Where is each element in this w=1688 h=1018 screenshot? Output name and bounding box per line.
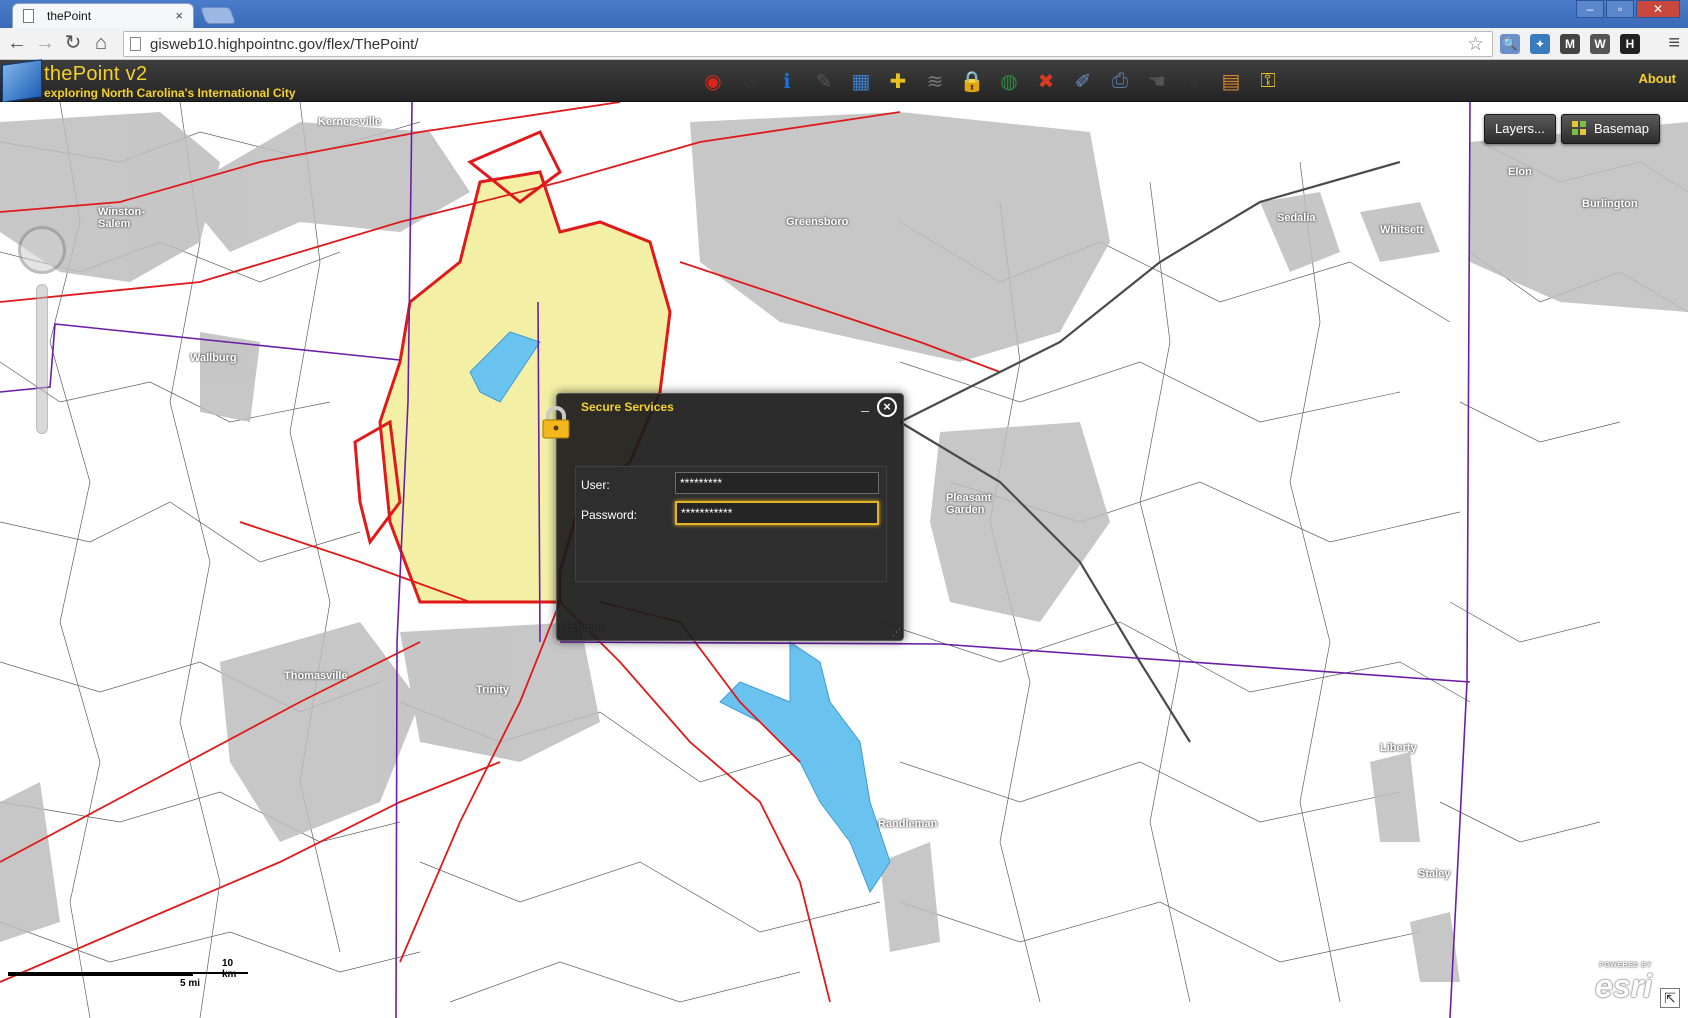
forward-button[interactable]: → [34, 33, 56, 55]
page-favicon-icon [23, 9, 34, 23]
measure-tool-icon[interactable]: ✐ [1067, 65, 1099, 97]
h-extension-icon[interactable]: H [1620, 34, 1640, 54]
reload-button[interactable]: ↻ [62, 33, 84, 55]
dialog-title: Secure Services [581, 400, 674, 414]
town-label-winston-salem: Winston-Salem [98, 206, 145, 230]
layers-button[interactable]: Layers... [1484, 114, 1556, 144]
navigate-tool-icon[interactable]: ✚ [882, 65, 914, 97]
pan-ring-icon[interactable] [18, 226, 66, 274]
town-label-staley: Staley [1418, 868, 1451, 880]
scale-label-km: 10 km [222, 958, 237, 980]
address-url[interactable]: gisweb10.highpointnc.gov/flex/ThePoint/ [150, 36, 419, 53]
info-tool-icon[interactable]: ℹ [771, 65, 803, 97]
town-label-sedalia: Sedalia [1277, 212, 1316, 224]
download-tool-icon[interactable]: ⬇ [1178, 65, 1210, 97]
bookmark-star-icon[interactable]: ☆ [1467, 33, 1484, 56]
window-controls: – ▫ ✕ [1576, 0, 1680, 18]
browser-tabstrip: thePoint × – ▫ ✕ [0, 0, 1688, 28]
town-label-greensboro: Greensboro [786, 216, 849, 228]
town-label-trinity: Trinity [476, 684, 510, 696]
window-maximize-button[interactable]: ▫ [1606, 0, 1634, 18]
globe-tool-icon[interactable]: ◍ [993, 65, 1025, 97]
app-title: thePoint v2 [44, 63, 148, 85]
clear-tool-icon[interactable]: ✖ [1030, 65, 1062, 97]
tab-close-icon[interactable]: × [175, 8, 183, 23]
pointer-tool-icon[interactable]: ☚ [1141, 65, 1173, 97]
town-label-thomasville: Thomasville [284, 670, 348, 682]
address-bar[interactable]: gisweb10.highpointnc.gov/flex/ThePoint/ … [123, 31, 1493, 57]
lock-tool-icon[interactable]: 🔒 [956, 65, 988, 97]
key-tool-icon[interactable]: ⚿ [1252, 65, 1284, 97]
puzzle-extension-icon[interactable]: ✦ [1530, 34, 1550, 54]
browser-menu-icon[interactable]: ≡ [1668, 32, 1680, 55]
padlock-icon [542, 406, 570, 439]
wot-extension-icon[interactable]: W [1590, 34, 1610, 54]
browser-toolbar: ← → ↻ ⌂ gisweb10.highpointnc.gov/flex/Th… [0, 28, 1688, 60]
map-resize-icon[interactable]: ⇱ [1660, 988, 1680, 1008]
dialog-minimize-button[interactable]: _ [861, 396, 869, 412]
page-icon [130, 37, 141, 51]
draw-tool-icon[interactable]: ✎ [808, 65, 840, 97]
town-label-whitsett: Whitsett [1380, 224, 1424, 236]
user-field[interactable] [675, 472, 879, 494]
esri-wordmark: esri [1595, 968, 1652, 1004]
search-plugin-icon[interactable]: 🔍 [1500, 34, 1520, 54]
layers-tool-icon[interactable]: ≋ [919, 65, 951, 97]
town-label-randleman: Randleman [878, 818, 938, 830]
back-button[interactable]: ← [6, 33, 28, 55]
town-label-kernersville: Kernersville [318, 116, 381, 128]
password-field[interactable] [675, 501, 879, 525]
browser-tab[interactable]: thePoint × [12, 3, 194, 28]
password-label: Password: [581, 508, 638, 522]
window-minimize-button[interactable]: – [1576, 0, 1604, 18]
scale-bar: 10 km 5 mi [8, 956, 248, 996]
town-label-wallburg: Wallburg [190, 352, 237, 364]
esri-logo: POWERED BY esri [1595, 962, 1652, 1005]
town-label-elon: Elon [1508, 166, 1532, 178]
new-tab-button[interactable] [199, 7, 237, 24]
town-label-burlington: Burlington [1582, 198, 1638, 210]
target-tool-icon[interactable]: ◉ [697, 65, 729, 97]
about-link[interactable]: About [1638, 71, 1676, 86]
map-navigation-control[interactable] [14, 220, 70, 440]
app-header: thePoint v2 exploring North Carolina's I… [0, 59, 1688, 103]
home-button[interactable]: ⌂ [90, 33, 112, 55]
basemap-button[interactable]: Basemap [1561, 114, 1660, 144]
app-toolbar: ◉ ⊕ ℹ ✎ ▦ ✚ ≋ 🔒 ◍ ✖ ✐ ⎙ ☚ ⬇ ▤ ⚿ [697, 65, 1284, 97]
lake-randleman [719, 641, 891, 894]
dialog-resize-grip-icon[interactable]: ⋰ [892, 627, 901, 638]
scale-label-mi: 5 mi [180, 978, 201, 989]
basemap-label: Basemap [1594, 121, 1649, 136]
app-logo-icon [2, 59, 42, 103]
window-close-button[interactable]: ✕ [1636, 0, 1680, 18]
table-tool-icon[interactable]: ▦ [845, 65, 877, 97]
basemap-grid-icon [1572, 121, 1586, 135]
zoom-slider[interactable] [36, 284, 48, 434]
user-label: User: [581, 478, 610, 492]
print-tool-icon[interactable]: ⎙ [1104, 65, 1136, 97]
dialog-close-button[interactable]: × [877, 397, 897, 417]
tab-title: thePoint [47, 9, 92, 23]
secure-services-dialog: Secure Services _ × User: Password: ⋰ [542, 393, 904, 641]
scale-line-mi [8, 974, 193, 976]
town-label-liberty: Liberty [1380, 742, 1417, 754]
document-tool-icon[interactable]: ▤ [1215, 65, 1247, 97]
m-extension-icon[interactable]: M [1560, 34, 1580, 54]
crosshair-tool-icon[interactable]: ⊕ [734, 65, 766, 97]
esri-powered-by: POWERED BY [1599, 962, 1652, 969]
app-subtitle: exploring North Carolina's International… [44, 86, 296, 100]
town-label-pleasant-garden: Pleasant Garden [946, 492, 992, 516]
